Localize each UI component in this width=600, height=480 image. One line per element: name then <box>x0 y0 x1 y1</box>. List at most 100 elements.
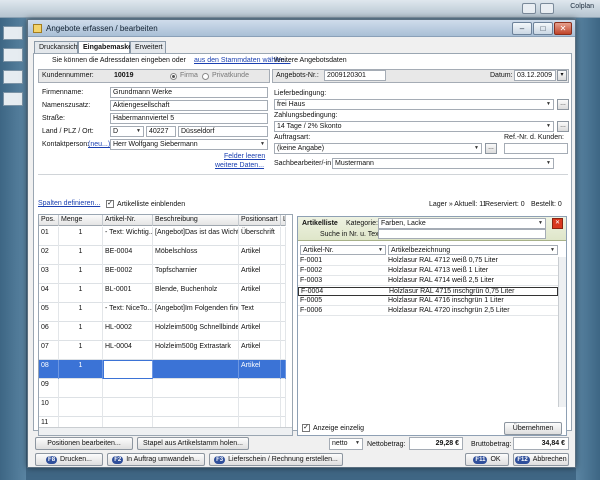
radio-firma[interactable] <box>170 73 177 80</box>
cell-art[interactable]: Artikel <box>239 341 281 360</box>
grid-col-artikelnr[interactable]: Artikel-Nr. <box>103 215 153 226</box>
desktop-tray-icon[interactable] <box>540 3 554 14</box>
table-row[interactable]: 02 1 BE-0004 Möbelschloss Artikel <box>39 246 286 265</box>
cell-menge[interactable]: 1 <box>59 322 103 341</box>
cell-menge[interactable]: 1 <box>59 341 103 360</box>
desktop-shortcut[interactable] <box>3 26 23 40</box>
ok-button[interactable]: F11 OK <box>465 453 509 466</box>
sachbearbeiter-select[interactable]: Mustermann ▼ <box>332 158 554 169</box>
cell-pos[interactable]: 09 <box>39 379 59 398</box>
cell-desc[interactable]: [Angebot]Das ist das Wichti... <box>153 227 239 246</box>
tab-druckansicht[interactable]: Druckansicht <box>34 41 79 53</box>
cell-nr[interactable]: BE-0004 <box>103 246 153 265</box>
zahlungsbedingung-more-button[interactable]: … <box>557 121 569 132</box>
tab-erweitert[interactable]: Erweitert <box>130 41 166 53</box>
cell-desc[interactable]: [Angebot]Im Folgenden find... <box>153 303 239 322</box>
cell-li[interactable] <box>281 398 286 417</box>
table-row[interactable]: 10 <box>39 398 286 417</box>
cell-nr[interactable] <box>103 398 153 417</box>
in-auftrag-button[interactable]: F2 In Auftrag umwandeln... <box>107 453 205 466</box>
abbrechen-button[interactable]: F12 Abbrechen <box>513 453 569 466</box>
list-item[interactable]: F-0004 Holzlasur RAL 4715 inschgrün 0,75 … <box>298 287 558 296</box>
filter-artikelnr[interactable]: Artikel-Nr. ▼ <box>300 245 386 255</box>
weitere-daten-link[interactable]: weitere Daten... <box>215 162 264 169</box>
table-row[interactable]: 06 1 HL-0002 Holzleim500g Schnellbinder Arti… <box>39 322 286 341</box>
lieferschein-button[interactable]: F3 Lieferschein / Rechnung erstellen... <box>209 453 343 466</box>
kontakt-select[interactable]: Herr Wolfgang Siebermann ▼ <box>110 139 268 150</box>
cell-nr[interactable] <box>103 360 153 379</box>
cell-menge[interactable]: 1 <box>59 227 103 246</box>
list-item[interactable]: F-0001 Holzlasur RAL 4712 weiß 0,75 Liter <box>298 257 558 266</box>
cell-li[interactable] <box>281 303 286 322</box>
radio-privatkunde[interactable] <box>202 73 209 80</box>
plz-input[interactable]: 40227 <box>146 126 176 137</box>
cell-art[interactable]: Artikel <box>239 322 281 341</box>
firmenname-input[interactable]: Grundmann Werke <box>110 87 268 98</box>
cell-li[interactable] <box>281 246 286 265</box>
refnr-input[interactable] <box>504 143 568 154</box>
cell-desc[interactable]: Holzleim500g Schnellbinder <box>153 322 239 341</box>
table-row[interactable]: 09 <box>39 379 286 398</box>
lieferbedingung-more-button[interactable]: … <box>557 99 569 110</box>
cell-desc[interactable]: Blende, Buchenholz <box>153 284 239 303</box>
cell-pos[interactable]: 07 <box>39 341 59 360</box>
cell-desc[interactable] <box>153 398 239 417</box>
cell-menge[interactable]: 1 <box>59 265 103 284</box>
felder-leeren-link[interactable]: Felder leeren <box>224 153 265 160</box>
cell-desc[interactable]: Holzleim500g Extrastark <box>153 341 239 360</box>
zahlungsbedingung-select[interactable]: 14 Tage / 2% Skonto ▼ <box>274 121 554 132</box>
uebernehmen-button[interactable]: Übernehmen <box>504 422 562 435</box>
cell-pos[interactable]: 05 <box>39 303 59 322</box>
cell-menge[interactable]: 1 <box>59 284 103 303</box>
grid-col-li[interactable]: Li <box>281 215 286 226</box>
artikelliste-close-icon[interactable]: ✕ <box>552 218 563 229</box>
cell-li[interactable] <box>281 322 286 341</box>
table-row[interactable]: 03 1 BE-0002 Topfscharnier Artikel <box>39 265 286 284</box>
cell-art[interactable] <box>239 398 281 417</box>
kontakt-neu-link[interactable]: (neu...) <box>88 141 110 148</box>
grid-horizontal-scrollbar[interactable] <box>39 427 292 435</box>
cell-nr[interactable] <box>103 379 153 398</box>
window-titlebar[interactable]: Angebote erfassen / bearbeiten – □ ✕ <box>28 20 575 37</box>
cell-menge[interactable]: 1 <box>59 303 103 322</box>
stapel-button[interactable]: Stapel aus Artikelstamm holen... <box>137 437 249 450</box>
close-button[interactable]: ✕ <box>554 22 572 35</box>
netto-mode-select[interactable]: netto ▼ <box>329 438 363 450</box>
cell-pos[interactable]: 08 <box>39 360 59 379</box>
cell-desc[interactable] <box>153 360 239 379</box>
strasse-input[interactable]: Habermannviertel 5 <box>110 113 268 124</box>
cell-li[interactable] <box>281 284 286 303</box>
datum-input[interactable]: 03.12.2009 <box>514 70 556 81</box>
desktop-shortcut[interactable] <box>3 92 23 106</box>
cell-pos[interactable]: 03 <box>39 265 59 284</box>
cell-art[interactable] <box>239 379 281 398</box>
namenszusatz-input[interactable]: Aktiengesellschaft <box>110 100 268 111</box>
land-select[interactable]: D ▼ <box>110 126 144 137</box>
spalten-definieren-link[interactable]: Spalten definieren... <box>38 200 100 207</box>
table-row[interactable]: 05 1- Text: NiceTo... [Angebot]Im Folgende… <box>39 303 286 322</box>
artikelliste-scrollbar[interactable] <box>558 257 566 407</box>
lieferbedingung-select[interactable]: frei Haus ▼ <box>274 99 554 110</box>
cell-nr[interactable]: - Text: NiceTo... <box>103 303 153 322</box>
cell-li[interactable] <box>281 265 286 284</box>
maximize-button[interactable]: □ <box>533 22 553 35</box>
cell-art[interactable]: Artikel <box>239 360 281 379</box>
calendar-button[interactable]: ▾ <box>557 70 567 81</box>
drucken-button[interactable]: F8 Drucken... <box>35 453 103 466</box>
cell-art[interactable]: Text <box>239 303 281 322</box>
cell-pos[interactable]: 04 <box>39 284 59 303</box>
cell-desc[interactable] <box>153 379 239 398</box>
cell-li[interactable] <box>281 379 286 398</box>
artikel-search-input[interactable] <box>378 229 546 239</box>
cell-nr[interactable]: BE-0002 <box>103 265 153 284</box>
desktop-shortcut[interactable] <box>3 70 23 84</box>
cell-li[interactable] <box>281 227 286 246</box>
cell-pos[interactable]: 01 <box>39 227 59 246</box>
cell-nr[interactable]: HL-0002 <box>103 322 153 341</box>
angebots-nr-input[interactable]: 2009120301 <box>324 70 386 81</box>
cell-menge[interactable]: 1 <box>59 360 103 379</box>
cell-li[interactable] <box>281 360 286 379</box>
cell-menge[interactable] <box>59 379 103 398</box>
cell-art[interactable]: Artikel <box>239 265 281 284</box>
cell-menge[interactable] <box>59 398 103 417</box>
